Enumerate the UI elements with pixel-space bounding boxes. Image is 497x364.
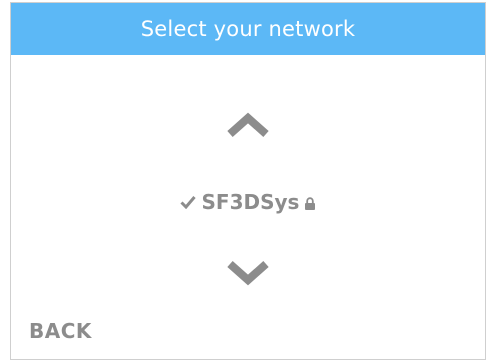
scroll-down-button[interactable] (226, 260, 270, 291)
network-select-screen: Select your network SF3DSys BACK (10, 2, 486, 360)
scroll-up-button[interactable] (226, 112, 270, 143)
network-name: SF3DSys (201, 190, 300, 214)
chevron-down-icon (227, 261, 269, 286)
header-bar: Select your network (11, 3, 485, 55)
back-button[interactable]: BACK (29, 319, 92, 343)
chevron-up-icon (227, 112, 269, 137)
page-title: Select your network (140, 17, 356, 41)
checkmark-icon (179, 195, 196, 210)
lock-icon (304, 197, 316, 210)
network-list-item[interactable]: SF3DSys (11, 185, 485, 219)
